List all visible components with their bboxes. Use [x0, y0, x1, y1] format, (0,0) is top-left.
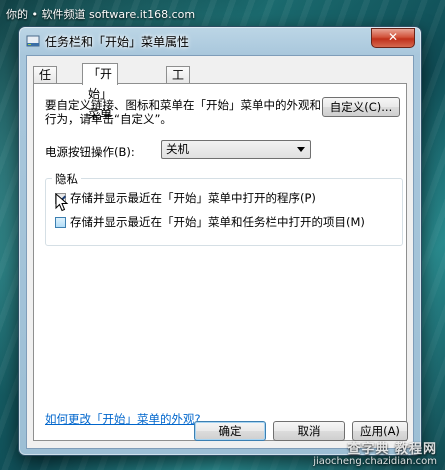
- apply-button[interactable]: 应用(A): [352, 421, 408, 441]
- close-button[interactable]: ✕: [371, 28, 415, 48]
- start-menu-panel: 要自定义链接、图标和菜单在「开始」菜单中的外观和行为，请单击“自定义”。 自定义…: [33, 83, 407, 441]
- properties-dialog: 任务栏和「开始」菜单属性 ✕ 任务栏 「开始」菜单 工具栏 要自定义链接、图标和…: [18, 26, 422, 456]
- recent-items-label: 存储并显示最近在「开始」菜单和任务栏中打开的项目(M): [70, 215, 365, 229]
- mouse-cursor-icon: [55, 193, 69, 212]
- window-title: 任务栏和「开始」菜单属性: [45, 35, 190, 49]
- power-button-value: 关机: [166, 142, 189, 156]
- privacy-group: 隐私 存储并显示最近在「开始」菜单中打开的程序(P) 存储并显示最近在「开始」菜…: [45, 171, 403, 246]
- privacy-group-title: 隐私: [52, 171, 81, 187]
- help-link[interactable]: 如何更改「开始」菜单的外观?: [45, 411, 201, 427]
- title-bar[interactable]: 任务栏和「开始」菜单属性 ✕: [19, 27, 421, 55]
- recent-programs-option[interactable]: 存储并显示最近在「开始」菜单中打开的程序(P): [55, 190, 316, 206]
- watermark-bottom-title: 查字典 教程网: [347, 442, 437, 457]
- tab-taskbar[interactable]: 任务栏: [33, 66, 58, 116]
- taskbar-properties-icon: [26, 35, 40, 47]
- customize-button[interactable]: 自定义(C)...: [322, 97, 400, 117]
- chevron-down-icon: [297, 147, 305, 152]
- recent-programs-label: 存储并显示最近在「开始」菜单中打开的程序(P): [70, 191, 316, 205]
- watermark-top: 你的 • 软件频道 software.it168.com: [6, 8, 196, 21]
- tab-start-menu[interactable]: 「开始」菜单: [82, 63, 119, 121]
- power-button-select[interactable]: 关机: [161, 140, 311, 159]
- power-button-label: 电源按钮操作(B):: [45, 145, 135, 159]
- ok-button[interactable]: 确定: [194, 421, 266, 441]
- watermark-bottom: 查字典 教程网 jiaocheng.chazidian.com: [313, 442, 437, 468]
- tab-toolbars[interactable]: 工具栏: [166, 66, 191, 116]
- recent-items-checkbox[interactable]: [55, 217, 66, 228]
- cancel-button[interactable]: 取消: [273, 421, 345, 441]
- recent-items-option[interactable]: 存储并显示最近在「开始」菜单和任务栏中打开的项目(M): [55, 214, 365, 230]
- customize-description: 要自定义链接、图标和菜单在「开始」菜单中的外观和行为，请单击“自定义”。: [45, 98, 321, 126]
- watermark-bottom-url: jiaocheng.chazidian.com: [313, 456, 437, 467]
- dialog-client-area: 任务栏 「开始」菜单 工具栏 要自定义链接、图标和菜单在「开始」菜单中的外观和行…: [26, 55, 414, 449]
